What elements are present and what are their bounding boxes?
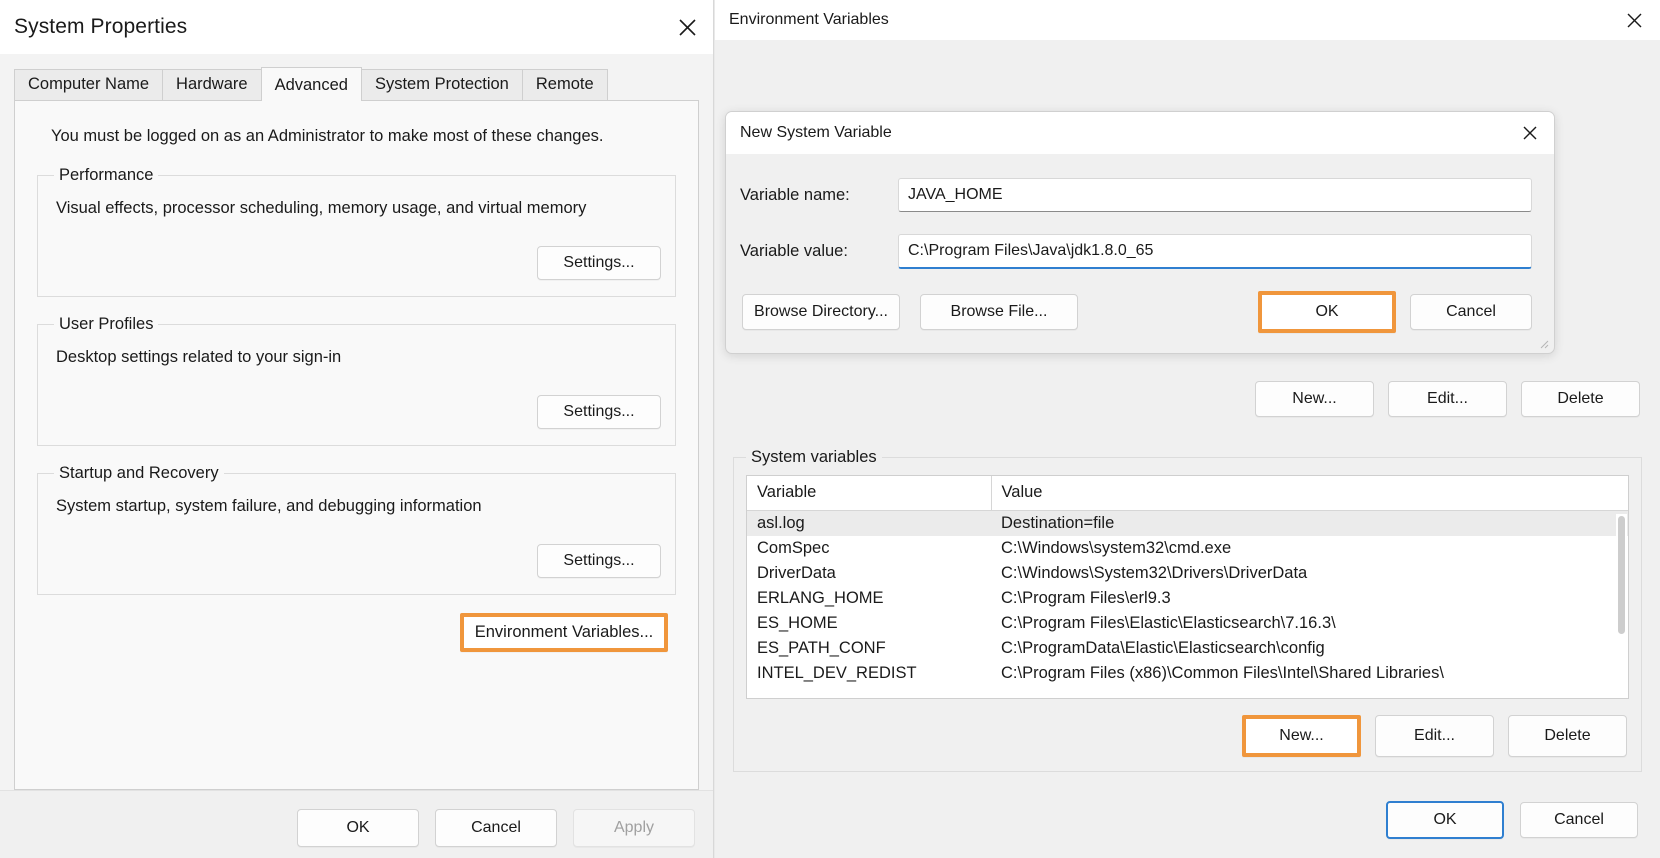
startup-recovery-settings-button[interactable]: Settings... <box>537 544 661 578</box>
variable-name-label: Variable name: <box>740 185 850 204</box>
environment-variables-row: Environment Variables... <box>37 613 676 652</box>
page-title: System Properties <box>14 15 188 38</box>
cell-value: C:\Program Files\erl9.3 <box>1001 589 1171 607</box>
user-profiles-button-row: Settings... <box>52 395 661 429</box>
cell-variable: ERLANG_HOME <box>757 589 884 607</box>
user-profiles-settings-button[interactable]: Settings... <box>537 395 661 429</box>
system-properties-apply-button: Apply <box>573 808 695 847</box>
table-row[interactable]: DriverData C:\Windows\System32\Drivers\D… <box>747 561 1628 586</box>
environment-variables-window: Environment Variables New... Edit... Del… <box>715 0 1660 858</box>
performance-group: Performance Visual effects, processor sc… <box>37 166 676 297</box>
system-properties-titlebar: System Properties <box>0 0 713 54</box>
tab-advanced[interactable]: Advanced <box>260 67 362 101</box>
system-properties-cancel-button[interactable]: Cancel <box>435 808 557 847</box>
system-variables-edit-button[interactable]: Edit... <box>1375 715 1494 757</box>
system-properties-window: System Properties Computer Name Hardware… <box>0 0 714 858</box>
cell-value: Destination=file <box>991 510 1628 536</box>
close-icon[interactable] <box>1506 112 1554 154</box>
tab-system-protection[interactable]: System Protection <box>360 69 523 100</box>
performance-description: Visual effects, processor scheduling, me… <box>56 199 587 217</box>
tabstrip: Computer Name Hardware Advanced System P… <box>14 67 699 101</box>
environment-variables-button[interactable]: Environment Variables... <box>460 613 668 652</box>
system-properties-ok-button[interactable]: OK <box>297 808 419 847</box>
system-variables-new-button[interactable]: New... <box>1242 715 1361 757</box>
new-system-variable-titlebar: New System Variable <box>726 112 1554 154</box>
resize-grip-icon[interactable] <box>1538 338 1550 350</box>
user-profiles-group-legend: User Profiles <box>59 315 154 333</box>
startup-recovery-description: System startup, system failure, and debu… <box>56 497 482 515</box>
cell-value: C:\Program Files\Elastic\Elasticsearch\7… <box>1001 614 1336 632</box>
system-variables-table-body: asl.log Destination=file ComSpec C:\Wind… <box>747 510 1628 687</box>
performance-button-row: Settings... <box>52 246 661 280</box>
close-icon[interactable] <box>1608 0 1660 40</box>
performance-group-legend: Performance <box>59 166 154 184</box>
close-icon[interactable] <box>661 0 713 54</box>
variable-name-row: Variable name: <box>740 178 1532 212</box>
new-system-variable-button-row: Browse Directory... Browse File... OK Ca… <box>740 291 1532 333</box>
new-system-variable-dialog: New System Variable Variable name: Varia… <box>725 111 1555 354</box>
startup-recovery-button-row: Settings... <box>52 544 661 578</box>
user-variables-button-row: New... Edit... Delete <box>1255 381 1640 417</box>
table-row[interactable]: ES_PATH_CONF C:\ProgramData\Elastic\Elas… <box>747 636 1628 661</box>
system-variables-legend: System variables <box>751 448 877 466</box>
browse-file-button[interactable]: Browse File... <box>920 294 1078 330</box>
cell-value: C:\Program Files (x86)\Common Files\Inte… <box>1001 664 1444 682</box>
environment-variables-cancel-button[interactable]: Cancel <box>1520 802 1638 838</box>
system-variables-delete-button[interactable]: Delete <box>1508 715 1627 757</box>
table-row[interactable]: asl.log Destination=file <box>747 510 1628 536</box>
cell-variable: asl.log <box>747 510 991 536</box>
system-variables-button-row: New... Edit... Delete <box>746 715 1629 757</box>
cell-variable: ES_PATH_CONF <box>757 639 886 657</box>
cell-value: C:\Windows\System32\Drivers\DriverData <box>1001 564 1308 582</box>
environment-variables-ok-button[interactable]: OK <box>1386 801 1504 839</box>
cell-variable: ComSpec <box>757 539 830 557</box>
cell-variable: INTEL_DEV_REDIST <box>757 664 917 682</box>
variable-name-input[interactable] <box>898 178 1532 212</box>
new-system-variable-body: Variable name: Variable value: Browse Di… <box>726 154 1554 333</box>
variable-value-label: Variable value: <box>740 242 848 260</box>
new-system-variable-cancel-button[interactable]: Cancel <box>1410 294 1532 330</box>
browse-directory-button[interactable]: Browse Directory... <box>742 294 900 330</box>
system-properties-body: Computer Name Hardware Advanced System P… <box>0 54 713 790</box>
system-variables-table-wrapper: Variable Value asl.log Destination=file … <box>746 475 1629 699</box>
scrollbar-thumb[interactable] <box>1618 516 1625 634</box>
table-row[interactable]: ES_HOME C:\Program Files\Elastic\Elastic… <box>747 611 1628 636</box>
environment-variables-title: Environment Variables <box>729 11 889 28</box>
user-profiles-group: User Profiles Desktop settings related t… <box>37 315 676 446</box>
system-properties-footer: OK Cancel Apply <box>0 790 713 858</box>
startup-recovery-group: Startup and Recovery System startup, sys… <box>37 464 676 595</box>
user-variables-delete-button[interactable]: Delete <box>1521 381 1640 417</box>
cell-variable: DriverData <box>757 564 836 582</box>
table-header-row: Variable Value <box>747 476 1628 511</box>
table-row[interactable]: INTEL_DEV_REDIST C:\Program Files (x86)\… <box>747 661 1628 686</box>
cell-value: C:\Windows\system32\cmd.exe <box>1001 539 1232 557</box>
tab-hardware[interactable]: Hardware <box>162 69 262 100</box>
advanced-tab-panel: You must be logged on as an Administrato… <box>14 100 699 790</box>
tab-remote[interactable]: Remote <box>521 69 608 100</box>
table-row[interactable]: ComSpec C:\Windows\system32\cmd.exe <box>747 536 1628 561</box>
tab-computer-name[interactable]: Computer Name <box>14 69 164 100</box>
user-profiles-description: Desktop settings related to your sign-in <box>56 348 342 366</box>
variable-value-input[interactable] <box>898 234 1532 269</box>
user-variables-new-button[interactable]: New... <box>1255 381 1374 417</box>
performance-settings-button[interactable]: Settings... <box>537 246 661 280</box>
cell-value: C:\ProgramData\Elastic\Elasticsearch\con… <box>1001 639 1325 657</box>
system-variables-table: Variable Value asl.log Destination=file … <box>747 476 1628 686</box>
table-row[interactable]: ERLANG_HOME C:\Program Files\erl9.3 <box>747 586 1628 611</box>
cell-variable: ES_HOME <box>757 614 838 632</box>
environment-variables-body: New... Edit... Delete System variables V… <box>715 40 1660 782</box>
variable-value-row: Variable value: <box>740 234 1532 269</box>
column-header-variable[interactable]: Variable <box>747 476 992 511</box>
environment-variables-titlebar: Environment Variables <box>715 0 1660 40</box>
table-vertical-scrollbar[interactable] <box>1616 514 1627 697</box>
screen: System Properties Computer Name Hardware… <box>0 0 1660 858</box>
new-system-variable-title: New System Variable <box>740 124 892 141</box>
new-system-variable-ok-button[interactable]: OK <box>1258 291 1396 333</box>
column-header-value[interactable]: Value <box>991 476 1628 511</box>
environment-variables-footer: OK Cancel <box>715 782 1660 858</box>
user-variables-edit-button[interactable]: Edit... <box>1388 381 1507 417</box>
administrator-note: You must be logged on as an Administrato… <box>51 127 604 145</box>
system-variables-group: System variables Variable Value asl.log <box>733 448 1642 772</box>
startup-recovery-group-legend: Startup and Recovery <box>59 464 219 482</box>
